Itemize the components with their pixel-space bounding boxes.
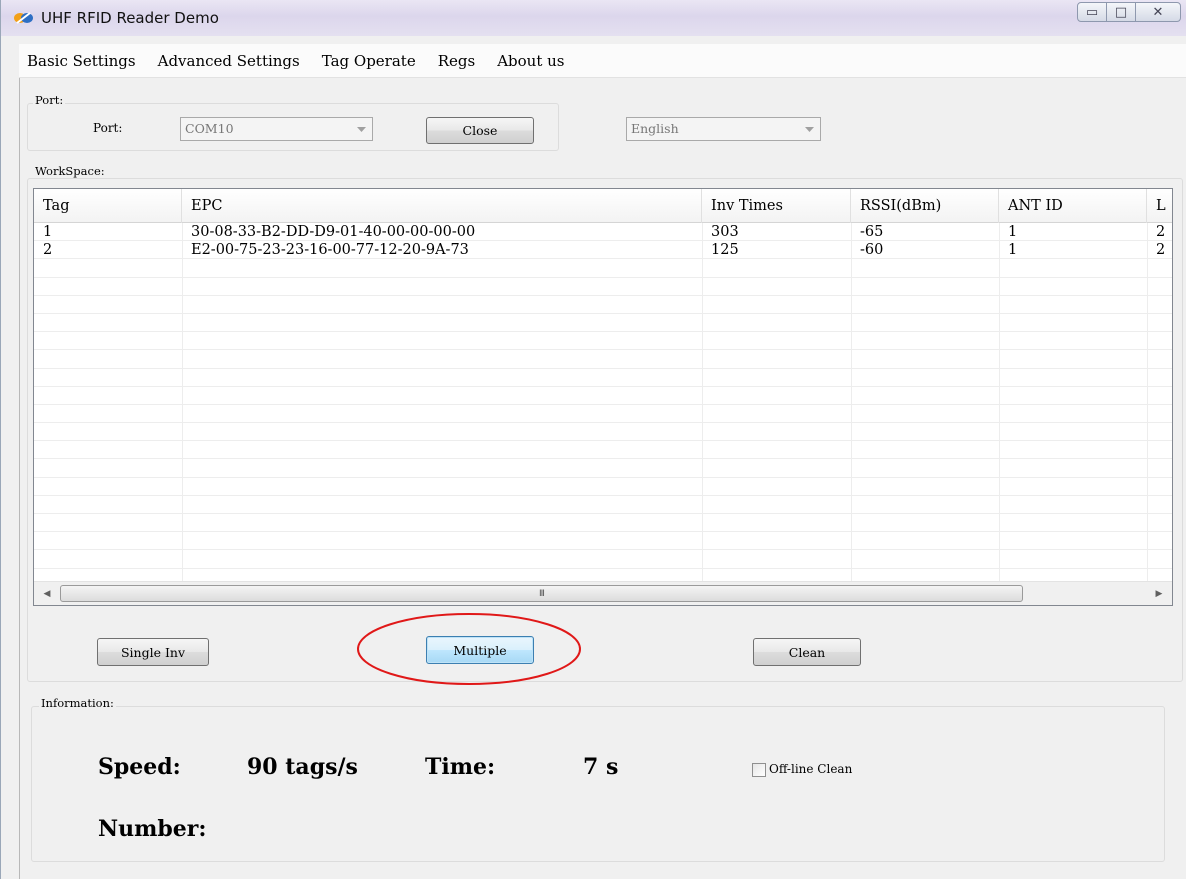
scroll-thumb[interactable]: III xyxy=(60,585,1023,602)
close-icon: ✕ xyxy=(1152,4,1164,20)
list-item[interactable] xyxy=(34,350,1172,369)
speed-label: Speed: xyxy=(98,754,181,780)
table-row[interactable]: 2 E2-00-75-23-23-16-00-77-12-20-9A-73 12… xyxy=(34,241,1172,260)
list-item[interactable] xyxy=(34,478,1172,496)
list-item[interactable] xyxy=(34,550,1172,569)
minimize-button[interactable]: ▭ xyxy=(1077,2,1107,22)
list-header: Tag EPC Inv Times RSSI(dBm) ANT ID L xyxy=(34,189,1172,223)
cell-epc: 30-08-33-B2-DD-D9-01-40-00-00-00-00 xyxy=(191,224,476,240)
clean-button[interactable]: Clean xyxy=(753,638,861,666)
list-item[interactable] xyxy=(34,387,1172,405)
list-item[interactable] xyxy=(34,423,1172,442)
language-select-value: English xyxy=(631,121,679,136)
app-window: UHF RFID Reader Demo ▭ □ ✕ Basic Setting… xyxy=(0,0,1186,879)
list-item[interactable] xyxy=(34,278,1172,296)
port-select-value: COM10 xyxy=(185,121,234,136)
table-row[interactable]: 1 30-08-33-B2-DD-D9-01-40-00-00-00-00 30… xyxy=(34,223,1172,242)
list-item[interactable] xyxy=(34,459,1172,478)
time-value: 7 s xyxy=(583,754,619,780)
close-port-button[interactable]: Close xyxy=(426,117,534,144)
number-label: Number: xyxy=(98,816,207,842)
app-logo-icon xyxy=(14,12,33,24)
list-item[interactable] xyxy=(34,514,1172,533)
scroll-right-icon[interactable]: ▶ xyxy=(1148,582,1170,605)
cell-tag: 1 xyxy=(43,224,53,240)
scroll-grip: III xyxy=(539,589,545,599)
port-label: Port: xyxy=(93,121,123,135)
maximize-button[interactable]: □ xyxy=(1106,2,1136,22)
chevron-down-icon xyxy=(350,118,372,140)
col-header-tag[interactable]: Tag xyxy=(34,189,182,223)
minimize-icon: ▭ xyxy=(1085,4,1099,20)
menu-about-us[interactable]: About us xyxy=(489,52,572,70)
menu-advanced-settings[interactable]: Advanced Settings xyxy=(150,52,308,70)
cell-ant-id: 1 xyxy=(1008,242,1018,259)
scroll-left-icon[interactable]: ◀ xyxy=(36,582,58,605)
cell-rssi: -65 xyxy=(860,224,884,240)
cell-inv-times: 303 xyxy=(711,224,739,240)
col-header-inv-times[interactable]: Inv Times xyxy=(702,189,851,223)
offline-clean-label: Off-line Clean xyxy=(769,762,853,776)
cell-inv-times: 125 xyxy=(711,242,739,259)
time-label: Time: xyxy=(425,754,496,780)
cell-ant-id: 1 xyxy=(1008,224,1018,240)
menu-tag-operate[interactable]: Tag Operate xyxy=(314,52,424,70)
maximize-icon: □ xyxy=(1114,4,1128,20)
menu-basic-settings[interactable]: Basic Settings xyxy=(19,52,144,70)
list-item[interactable] xyxy=(34,259,1172,278)
menu-regs[interactable]: Regs xyxy=(430,52,483,70)
window-title: UHF RFID Reader Demo xyxy=(41,9,219,27)
single-inv-button[interactable]: Single Inv xyxy=(97,638,209,666)
language-select[interactable]: English xyxy=(626,117,821,141)
information-group-legend: Information: xyxy=(39,696,116,710)
cell-l: 2 xyxy=(1156,242,1166,259)
cell-rssi: -60 xyxy=(860,242,884,259)
list-item[interactable] xyxy=(34,532,1172,551)
list-item[interactable] xyxy=(34,441,1172,460)
title-bar[interactable]: UHF RFID Reader Demo ▭ □ ✕ xyxy=(1,0,1186,36)
close-window-button[interactable]: ✕ xyxy=(1135,2,1181,22)
speed-value: 90 tags/s xyxy=(247,754,358,780)
list-item[interactable] xyxy=(34,369,1172,387)
cell-tag: 2 xyxy=(43,242,53,259)
list-item[interactable] xyxy=(34,496,1172,514)
menu-bar: Basic Settings Advanced Settings Tag Ope… xyxy=(19,44,1186,78)
horizontal-scrollbar[interactable]: ◀ III ▶ xyxy=(34,581,1172,605)
col-header-rssi[interactable]: RSSI(dBm) xyxy=(851,189,999,223)
col-header-ant-id[interactable]: ANT ID xyxy=(999,189,1147,223)
list-item[interactable] xyxy=(34,314,1172,333)
chevron-down-icon xyxy=(798,118,820,140)
frame-border xyxy=(19,44,20,879)
col-header-epc[interactable]: EPC xyxy=(182,189,702,223)
col-header-l[interactable]: L xyxy=(1147,189,1172,223)
port-select[interactable]: COM10 xyxy=(180,117,373,141)
cell-epc: E2-00-75-23-23-16-00-77-12-20-9A-73 xyxy=(191,242,469,259)
tag-list-view[interactable]: Tag EPC Inv Times RSSI(dBm) ANT ID L 1 3… xyxy=(33,188,1173,606)
workspace-group-legend: WorkSpace: xyxy=(33,164,107,178)
offline-clean-checkbox[interactable] xyxy=(752,763,766,777)
list-item[interactable] xyxy=(34,332,1172,351)
cell-l: 2 xyxy=(1156,224,1166,240)
port-group-legend: Port: xyxy=(33,93,66,107)
red-annotation-circle xyxy=(357,613,581,685)
list-rows: 1 30-08-33-B2-DD-D9-01-40-00-00-00-00 30… xyxy=(34,223,1172,569)
list-item[interactable] xyxy=(34,296,1172,314)
list-item[interactable] xyxy=(34,405,1172,424)
